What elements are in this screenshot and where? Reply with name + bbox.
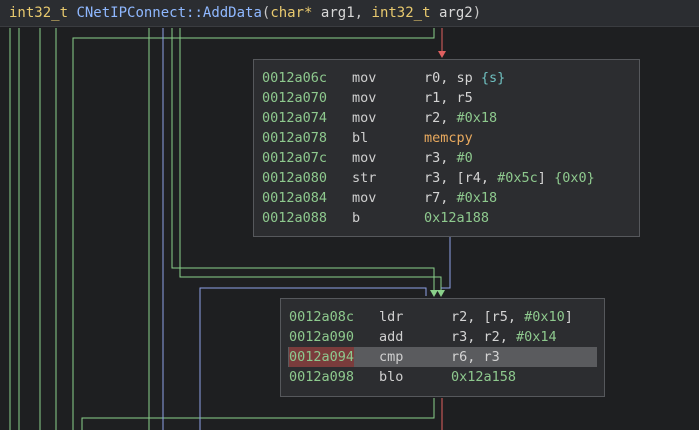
instruction-row[interactable]: 0012a06c mov r0, sp {s} (254, 68, 639, 88)
instruction-address[interactable]: 0012a088 (262, 208, 327, 228)
operand-token: #0x10 (524, 309, 565, 325)
instruction-mnemonic: mov (352, 70, 377, 86)
operand-token: r3, (424, 150, 457, 166)
instruction-address[interactable]: 0012a07c (262, 148, 327, 168)
instruction-operands[interactable]: r3, [r4, #0x5c] {0x0} (424, 168, 595, 188)
instruction-row[interactable]: 0012a07c mov r3, #0 (254, 148, 639, 168)
operand-token: #0x14 (516, 329, 557, 345)
instruction-row[interactable]: 0012a078 bl memcpy (254, 128, 639, 148)
instruction-mnemonic: blo (379, 369, 404, 385)
instruction-operands[interactable]: r0, sp {s} (424, 68, 505, 88)
instruction-row[interactable]: 0012a090 add r3, r2, #0x14 (281, 327, 604, 347)
instruction-mnemonic: mov (352, 90, 377, 106)
instruction-mnemonic: cmp (379, 349, 404, 365)
instruction-address[interactable]: 0012a098 (289, 367, 354, 387)
operand-token: 0x12a158 (451, 369, 517, 385)
instruction-row[interactable]: 0012a098 blo 0x12a158 (281, 367, 604, 387)
operand-token: r2, [r5, (451, 309, 525, 325)
instruction-address[interactable]: 0012a070 (262, 88, 327, 108)
arrow-green-left (430, 290, 438, 297)
instruction-mnemonic: mov (352, 110, 377, 126)
operand-token: #0 (456, 150, 473, 166)
instruction-operands[interactable]: memcpy (424, 128, 473, 148)
instruction-operands[interactable]: r7, #0x18 (424, 188, 497, 208)
instruction-row[interactable]: 0012a088 b 0x12a188 (254, 208, 639, 228)
instruction-mnemonic: str (352, 170, 377, 186)
instruction-address[interactable]: 0012a074 (262, 108, 327, 128)
instruction-row[interactable]: 0012a08c ldr r2, [r5, #0x10] (281, 307, 604, 327)
operand-token: r7, (424, 190, 457, 206)
operand-token: r2, (424, 110, 457, 126)
operand-token: r6, r3 (451, 349, 500, 365)
instruction-address[interactable]: 0012a06c (262, 68, 327, 88)
operand-token: memcpy (424, 130, 473, 146)
instruction-address[interactable]: 0012a080 (262, 168, 327, 188)
instruction-mnemonic: mov (352, 190, 377, 206)
basic-block-0012a08c[interactable]: 0012a08c ldr r2, [r5, #0x10] 0012a090 add r3,… (280, 298, 605, 397)
operand-token: #0x5c (497, 170, 538, 186)
instruction-operands[interactable]: 0x12a188 (424, 208, 489, 228)
operand-token: ] (564, 309, 573, 325)
operand-token: #0x18 (456, 190, 498, 206)
instruction-row[interactable]: 0012a070 mov r1, r5 (254, 88, 639, 108)
instruction-operands[interactable]: r2, [r5, #0x10] (451, 307, 573, 327)
instruction-operands[interactable]: 0x12a158 (451, 367, 516, 387)
instruction-row[interactable]: 0012a084 mov r7, #0x18 (254, 188, 639, 208)
arrow-red-top (438, 51, 446, 58)
operand-token: #0x18 (456, 110, 498, 126)
instruction-address[interactable]: 0012a08c (289, 307, 354, 327)
instruction-address[interactable]: 0012a078 (262, 128, 327, 148)
edge-blue-3 (441, 237, 451, 289)
instruction-operands[interactable]: r3, #0 (424, 148, 473, 168)
operand-token: r3, r2, (451, 329, 517, 345)
instruction-row[interactable]: 0012a080 str r3, [r4, #0x5c] {0x0} (254, 168, 639, 188)
operand-token: ] (537, 170, 555, 186)
instruction-operands[interactable]: r3, r2, #0x14 (451, 327, 557, 347)
instruction-row[interactable]: 0012a094 cmp r6, r3 (288, 347, 597, 367)
arrow-green-right (437, 290, 445, 297)
instruction-operands[interactable]: r6, r3 (451, 347, 500, 367)
instruction-address[interactable]: 0012a090 (289, 327, 354, 347)
basic-block-0012a06c[interactable]: 0012a06c mov r0, sp {s} 0012a070 mov r1, r5 00… (253, 59, 640, 237)
instruction-mnemonic: add (379, 329, 404, 345)
operand-token: r0, sp (424, 70, 481, 86)
instruction-mnemonic: mov (352, 150, 377, 166)
block2-instruction-list: 0012a08c ldr r2, [r5, #0x10] 0012a090 add r3,… (281, 307, 604, 387)
instruction-operands[interactable]: r1, r5 (424, 88, 473, 108)
operand-token: 0x12a188 (424, 210, 490, 226)
operand-token: {s} (480, 70, 506, 86)
instruction-address[interactable]: 0012a094 (289, 347, 355, 367)
instruction-mnemonic: ldr (379, 309, 404, 325)
operand-token: r3, [r4, (424, 170, 498, 186)
instruction-mnemonic: bl (352, 130, 369, 146)
operand-token: {0x0} (554, 170, 595, 186)
operand-token: r1, r5 (424, 90, 473, 106)
instruction-operands[interactable]: r2, #0x18 (424, 108, 497, 128)
instruction-mnemonic: b (352, 210, 361, 226)
block1-instruction-list: 0012a06c mov r0, sp {s} 0012a070 mov r1, r5 00… (254, 68, 639, 228)
edge-green-bottom (81, 398, 435, 430)
instruction-row[interactable]: 0012a074 mov r2, #0x18 (254, 108, 639, 128)
instruction-address[interactable]: 0012a084 (262, 188, 327, 208)
